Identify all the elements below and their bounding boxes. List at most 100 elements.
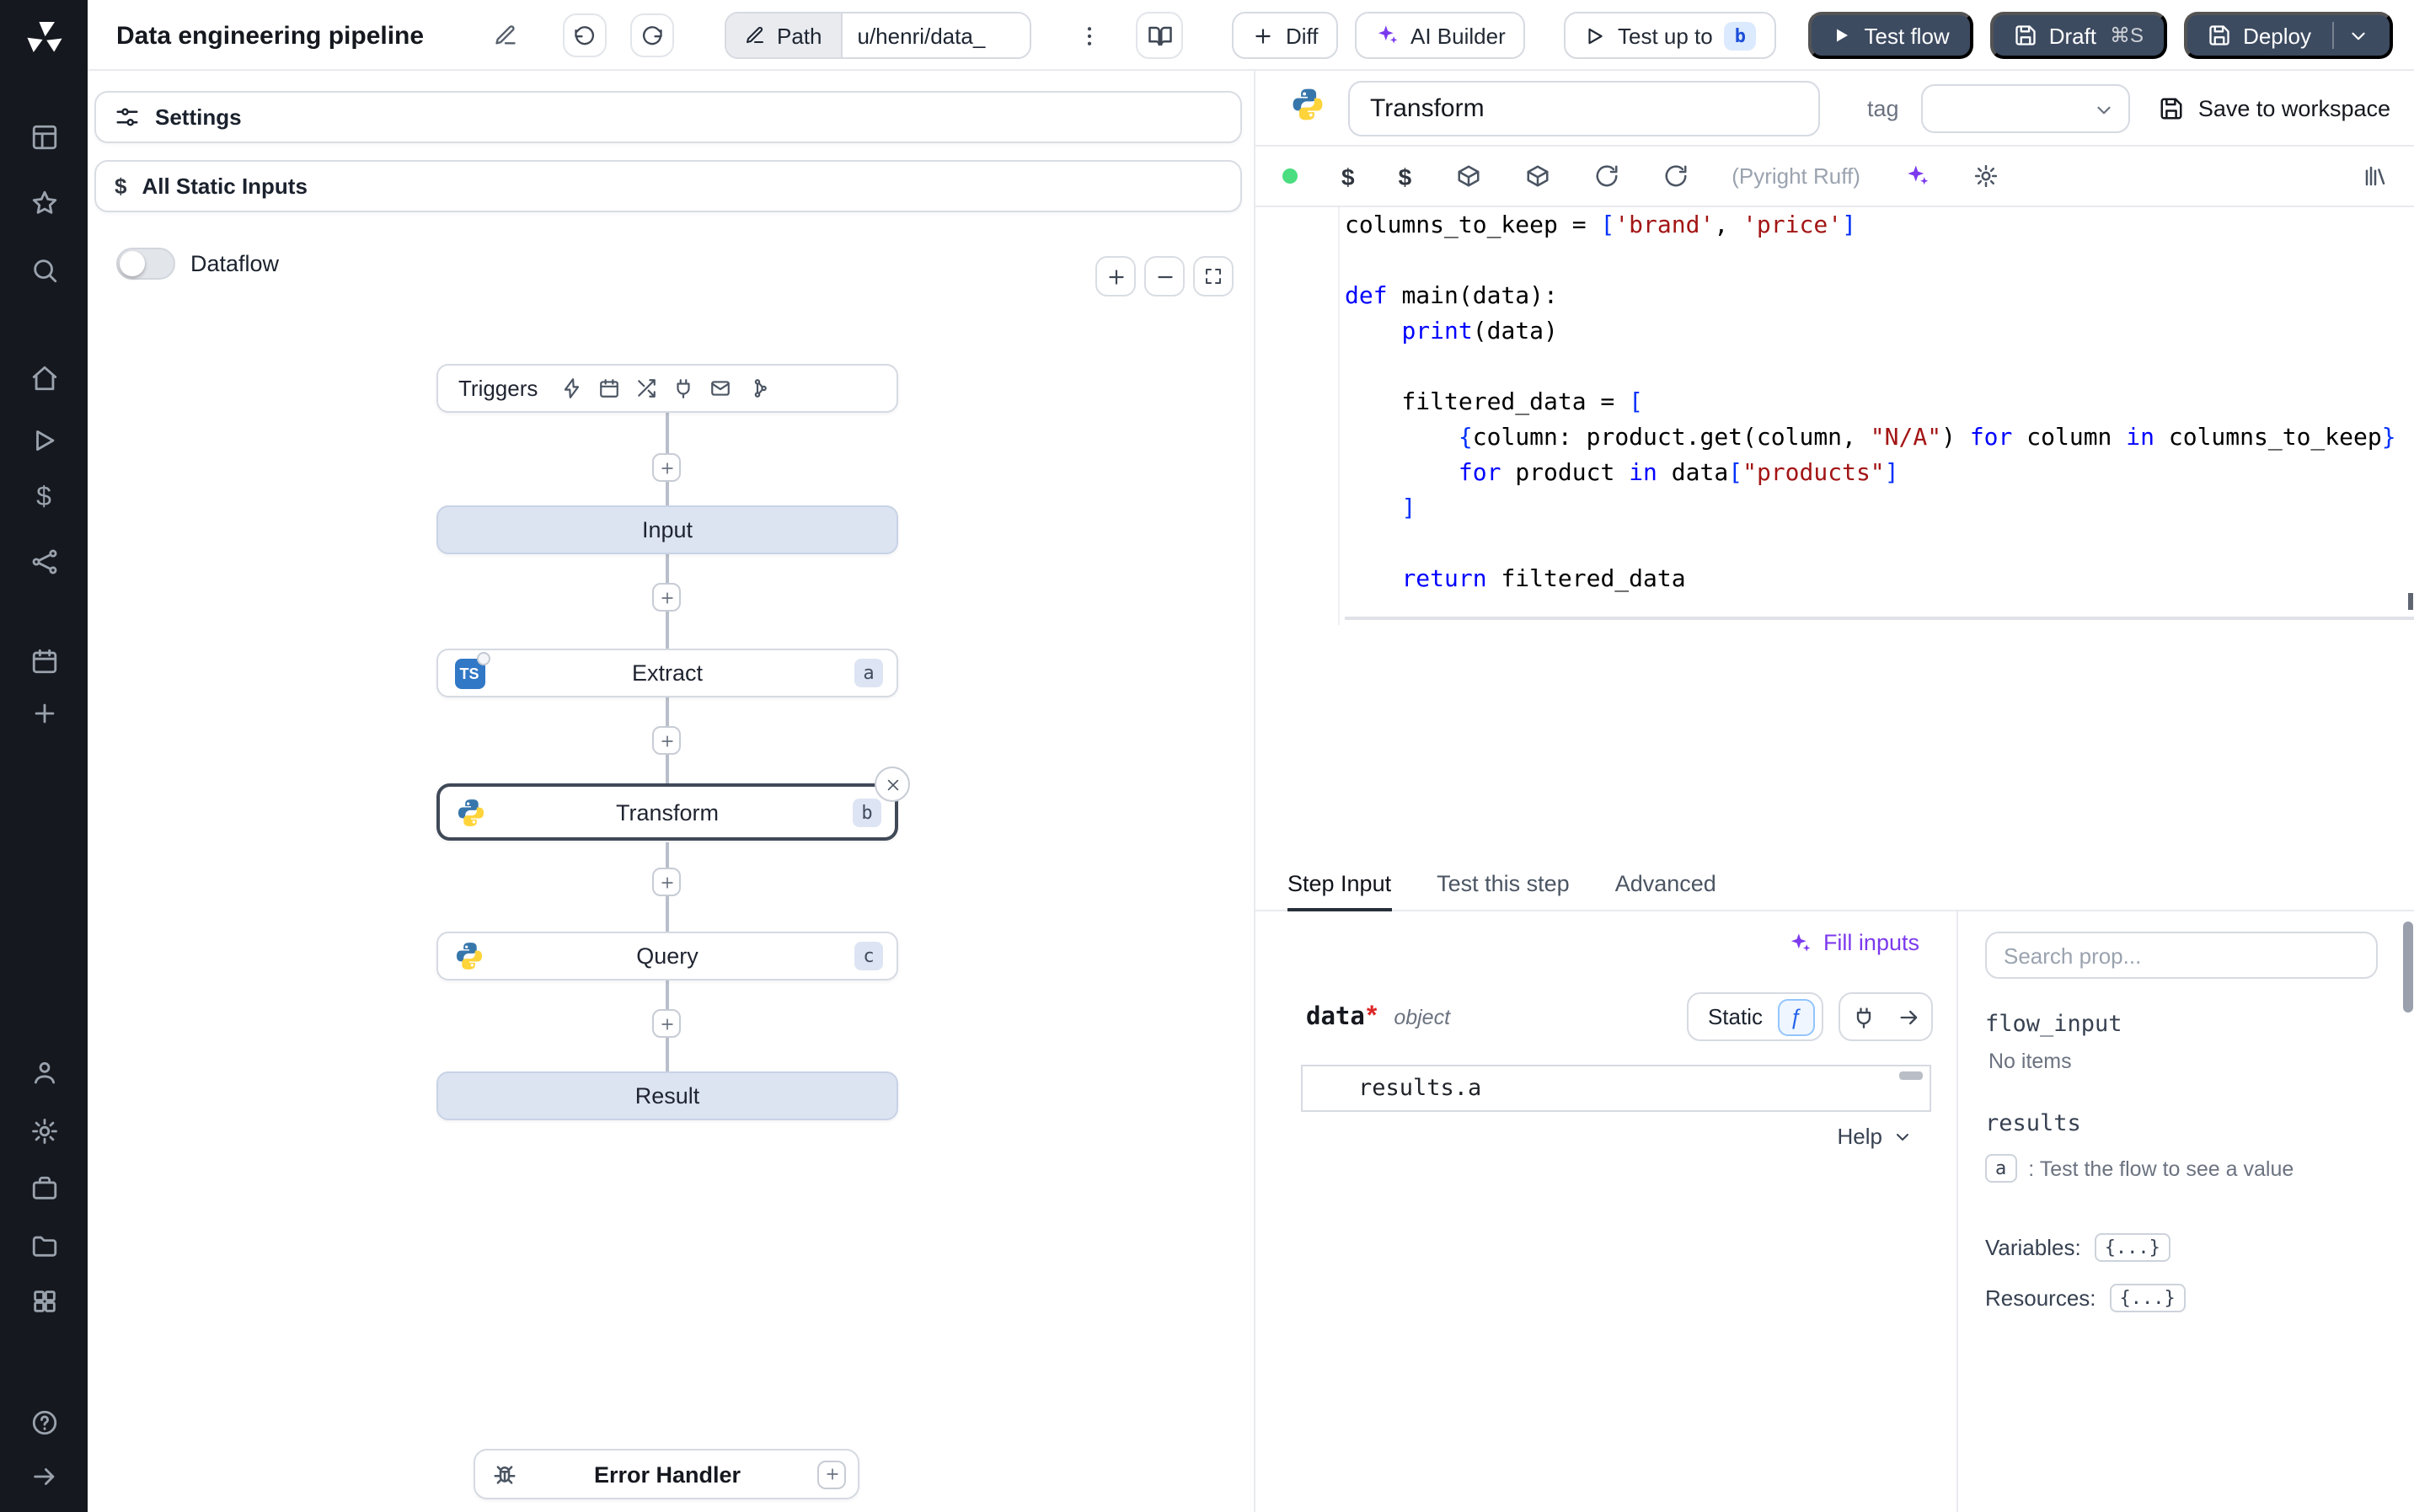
deploy-button[interactable]: Deploy bbox=[2184, 12, 2392, 59]
settings-gear-icon[interactable] bbox=[22, 1109, 66, 1152]
path-input[interactable] bbox=[842, 13, 1030, 57]
undo-button[interactable] bbox=[563, 13, 607, 57]
draft-button[interactable]: Draft ⌘S bbox=[1989, 12, 2168, 59]
insert-step-button[interactable] bbox=[652, 726, 681, 755]
step-tabs: Step Input Test this step Advanced bbox=[1255, 858, 2414, 911]
schedules-calendar-icon[interactable] bbox=[22, 638, 66, 682]
tab-step-input[interactable]: Step Input bbox=[1287, 858, 1391, 911]
test-up-to-button[interactable]: Test up to b bbox=[1564, 12, 1776, 59]
fit-view-button[interactable] bbox=[1193, 256, 1234, 297]
expression-scrollbar[interactable] bbox=[1899, 1071, 1923, 1080]
kanban-icon[interactable] bbox=[22, 115, 66, 158]
runs-play-icon[interactable] bbox=[22, 418, 66, 462]
windmill-logo[interactable] bbox=[22, 17, 66, 61]
dataflow-toggle[interactable] bbox=[116, 248, 175, 280]
overview-ruler-mark bbox=[2407, 593, 2412, 610]
tab-test-this-step[interactable]: Test this step bbox=[1437, 858, 1570, 910]
reload-icon[interactable] bbox=[1593, 163, 1619, 189]
data-expression-input[interactable]: results.a bbox=[1301, 1065, 1931, 1112]
redo-button[interactable] bbox=[630, 13, 674, 57]
create-plus-icon[interactable] bbox=[22, 691, 66, 735]
zoom-out-button[interactable] bbox=[1144, 256, 1185, 297]
more-kebab-button[interactable] bbox=[1067, 13, 1111, 57]
workers-briefcase-icon[interactable] bbox=[22, 1166, 66, 1210]
flow-title: Data engineering pipeline bbox=[116, 21, 425, 50]
help-icon[interactable] bbox=[22, 1400, 66, 1444]
flow-input-section[interactable]: flow_input bbox=[1985, 1011, 2387, 1038]
expression-gutter bbox=[1303, 1066, 1358, 1110]
diff-button[interactable]: Diff bbox=[1232, 12, 1339, 59]
webhook-icon[interactable] bbox=[561, 377, 583, 399]
test-flow-button[interactable]: Test flow bbox=[1808, 12, 1973, 59]
add-error-handler-button[interactable] bbox=[817, 1460, 846, 1488]
delete-step-button[interactable] bbox=[875, 767, 910, 802]
save-to-workspace-button[interactable]: Save to workspace bbox=[2160, 95, 2390, 120]
docs-book-button[interactable] bbox=[1136, 12, 1183, 59]
extract-node[interactable]: TS Extract a bbox=[436, 649, 898, 697]
triggers-node[interactable]: Triggers bbox=[436, 364, 898, 413]
collapse-arrow-icon[interactable] bbox=[22, 1454, 66, 1498]
variables-badge[interactable]: {...} bbox=[2094, 1233, 2170, 1262]
results-section[interactable]: results bbox=[1985, 1110, 2387, 1137]
app-window: $ Data engineering pipeline Path u/henri… bbox=[0, 0, 2414, 1512]
zoom-in-button[interactable] bbox=[1095, 256, 1136, 297]
step-editor-panel: tag Save to workspace $ $ (Pyright Ruff) bbox=[1255, 71, 2414, 1512]
input-node[interactable]: Input bbox=[436, 505, 898, 554]
step-id-badge: a bbox=[854, 659, 883, 687]
code-editor[interactable]: columns_to_keep = ['brand', 'price'] def… bbox=[1255, 207, 2414, 858]
websocket-icon[interactable] bbox=[672, 377, 694, 399]
schedule-icon[interactable] bbox=[598, 377, 620, 399]
star-icon[interactable] bbox=[22, 180, 66, 224]
reset-icon[interactable] bbox=[1662, 163, 1688, 189]
edit-title-pencil-icon[interactable] bbox=[494, 24, 517, 56]
result-key-badge[interactable]: a bbox=[1985, 1154, 2017, 1183]
query-node[interactable]: Query c bbox=[436, 932, 898, 980]
insert-step-button[interactable] bbox=[652, 583, 681, 612]
library-icon[interactable] bbox=[2362, 163, 2387, 189]
insert-step-button[interactable] bbox=[652, 868, 681, 896]
fill-inputs-button[interactable]: Fill inputs bbox=[1788, 930, 1919, 955]
variables-dollar-icon[interactable]: $ bbox=[1341, 163, 1355, 190]
flow-settings-button[interactable]: Settings bbox=[94, 91, 1242, 143]
required-star: * bbox=[1366, 1002, 1378, 1030]
package-icon[interactable] bbox=[1455, 163, 1480, 189]
apps-grid-icon[interactable] bbox=[22, 1279, 66, 1322]
package-icon[interactable] bbox=[1524, 163, 1550, 189]
flows-icon[interactable] bbox=[22, 539, 66, 583]
props-scrollbar[interactable] bbox=[2402, 922, 2412, 1012]
kafka-icon[interactable] bbox=[747, 377, 768, 399]
insert-step-button[interactable] bbox=[652, 1009, 681, 1038]
home-icon[interactable] bbox=[22, 355, 66, 399]
flow-canvas: Settings $ All Static Inputs Dataflow Tr… bbox=[88, 71, 1255, 1512]
expression-toggle-icon[interactable]: ƒ bbox=[1778, 998, 1815, 1035]
error-handler-node[interactable]: Error Handler bbox=[474, 1449, 859, 1499]
variables-dollar-icon[interactable]: $ bbox=[22, 477, 66, 521]
chevron-down-icon[interactable] bbox=[2347, 24, 2369, 46]
user-icon[interactable] bbox=[22, 1050, 66, 1093]
resources-badge[interactable]: {...} bbox=[2109, 1284, 2186, 1312]
search-icon[interactable] bbox=[22, 248, 66, 291]
ai-sparkles-icon[interactable] bbox=[1904, 163, 1930, 189]
folders-icon[interactable] bbox=[22, 1223, 66, 1267]
all-static-inputs-button[interactable]: $ All Static Inputs bbox=[94, 160, 1242, 212]
step-name-input[interactable] bbox=[1350, 82, 1818, 134]
tab-advanced[interactable]: Advanced bbox=[1615, 858, 1716, 910]
arrow-right-icon[interactable] bbox=[1886, 994, 1931, 1039]
step-id-badge: c bbox=[854, 942, 883, 970]
result-node[interactable]: Result bbox=[436, 1071, 898, 1120]
transform-node-selected[interactable]: Transform b bbox=[436, 767, 910, 841]
tag-select[interactable] bbox=[1920, 83, 2130, 132]
expression-value: results.a bbox=[1358, 1075, 1482, 1102]
route-icon[interactable] bbox=[635, 377, 657, 399]
resources-dollar-icon[interactable]: $ bbox=[1399, 163, 1412, 190]
help-dropdown[interactable]: Help bbox=[1838, 1124, 1914, 1149]
path-button[interactable]: Path bbox=[726, 13, 841, 57]
ai-builder-button[interactable]: AI Builder bbox=[1355, 12, 1526, 59]
static-mode-control[interactable]: Static ƒ bbox=[1687, 992, 1823, 1041]
insert-step-button[interactable] bbox=[652, 453, 681, 482]
sliders-icon bbox=[115, 104, 140, 130]
editor-settings-gear-icon[interactable] bbox=[1973, 163, 1999, 189]
search-prop-input[interactable] bbox=[1985, 932, 2377, 979]
plug-connect-icon[interactable] bbox=[1840, 994, 1886, 1039]
email-icon[interactable] bbox=[709, 377, 731, 399]
